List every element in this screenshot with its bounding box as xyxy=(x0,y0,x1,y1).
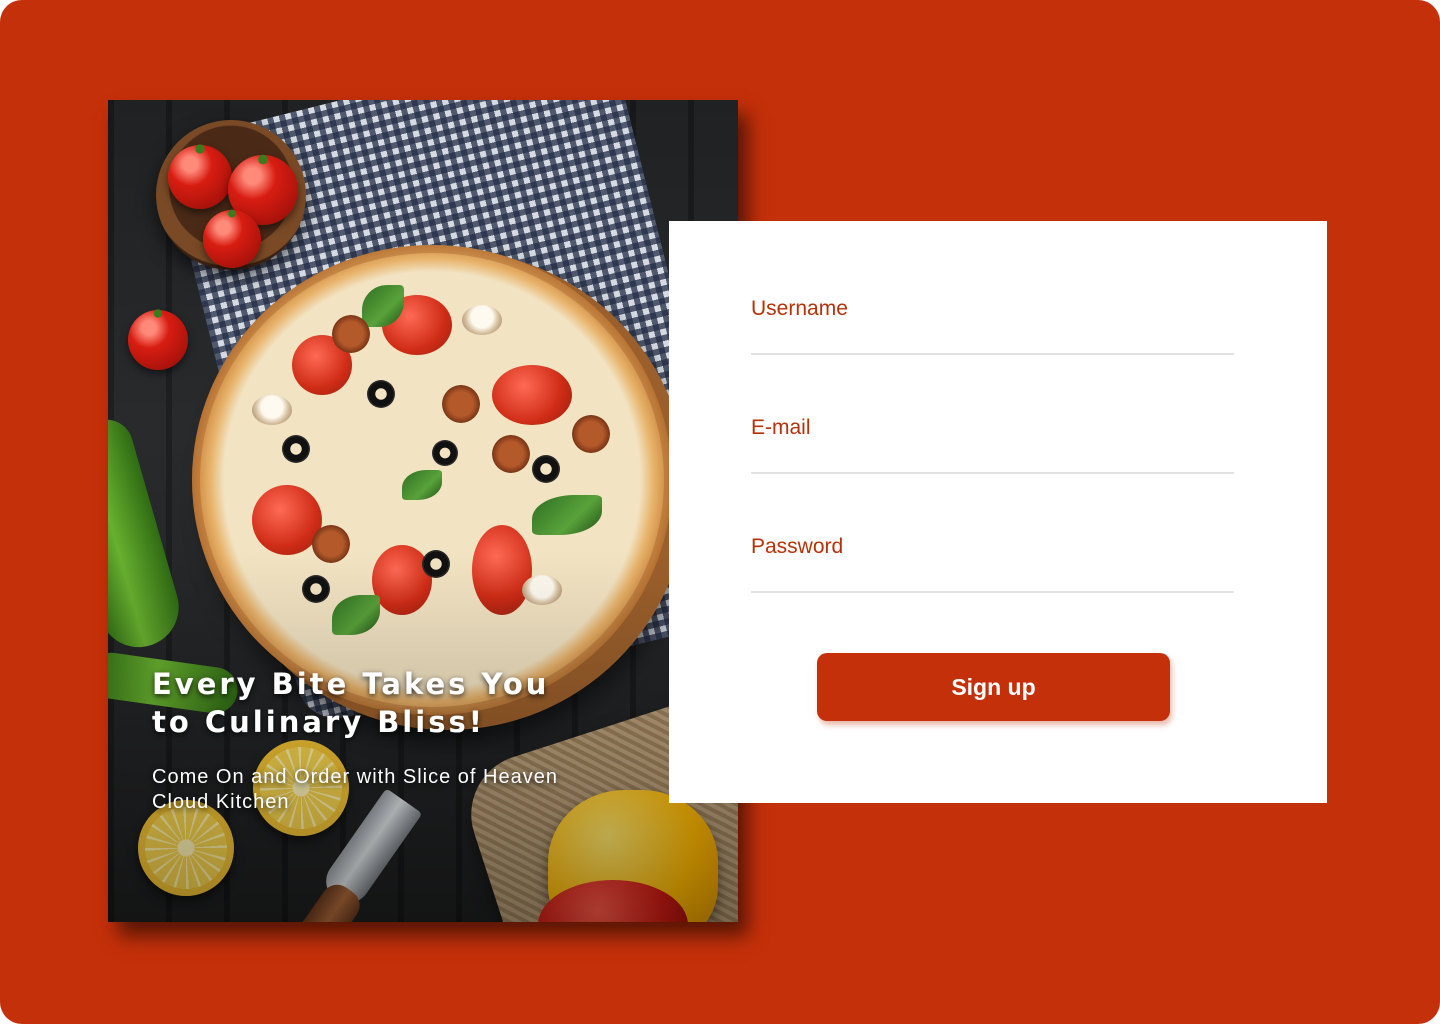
app-frame: Every Bite Takes You to Culinary Bliss! … xyxy=(0,0,1440,1024)
password-input[interactable] xyxy=(751,535,1234,593)
hero-title: Every Bite Takes You to Culinary Bliss! xyxy=(152,667,550,739)
hero-text-block: Every Bite Takes You to Culinary Bliss! … xyxy=(152,665,692,815)
sign-up-button[interactable]: Sign up xyxy=(817,653,1170,721)
username-field-group: Username xyxy=(751,297,1234,355)
email-field-group: E-mail xyxy=(751,416,1234,474)
username-input[interactable] xyxy=(751,297,1234,355)
password-field-group: Password xyxy=(751,535,1234,593)
hero-subtitle: Come On and Order with Slice of Heaven C… xyxy=(152,766,558,813)
hero-image-panel: Every Bite Takes You to Culinary Bliss! … xyxy=(108,100,738,922)
email-input[interactable] xyxy=(751,416,1234,474)
signup-card: Username E-mail Password Sign up xyxy=(669,221,1327,803)
